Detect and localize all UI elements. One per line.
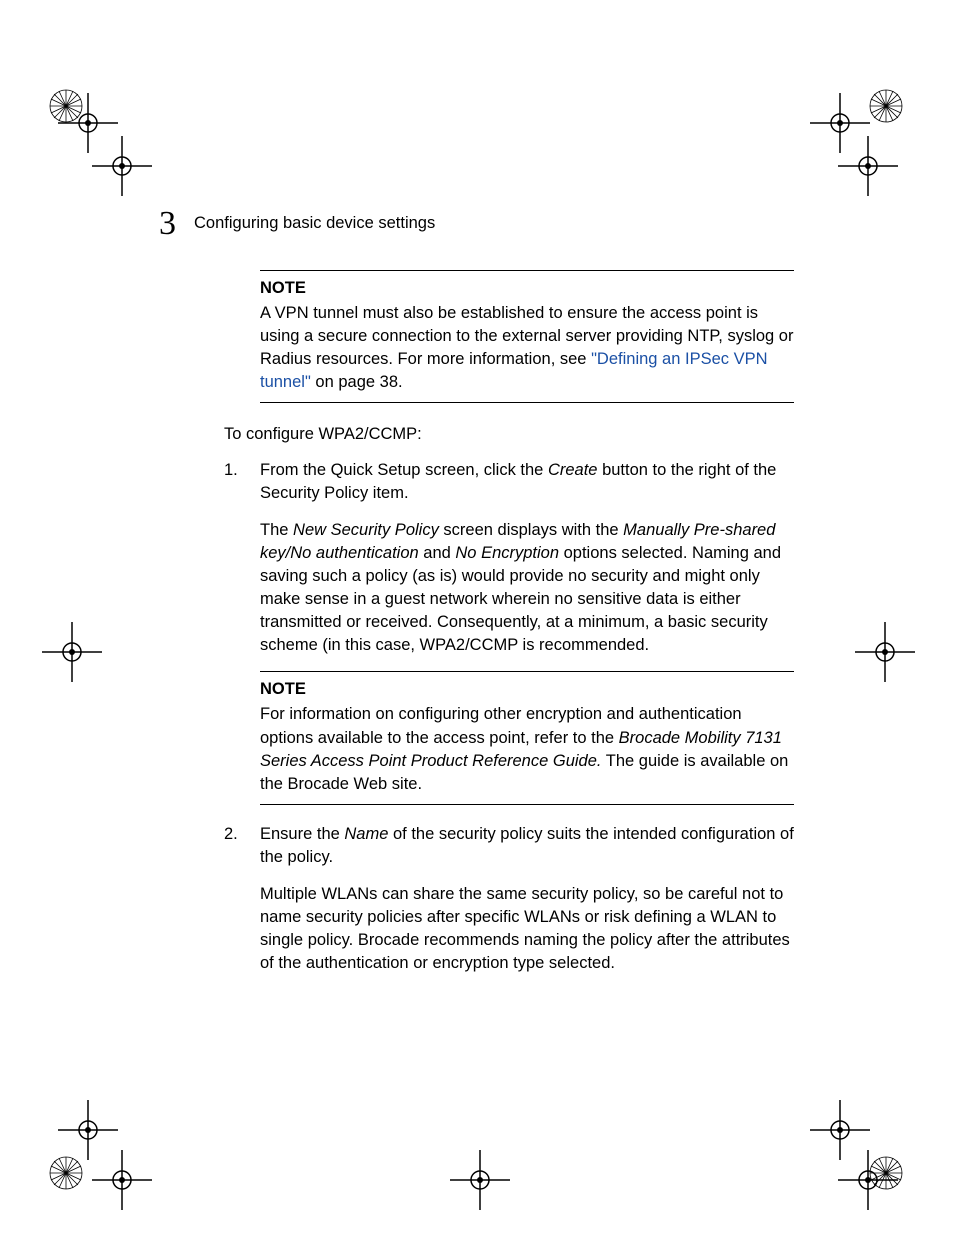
step-number: 1.: [224, 459, 260, 505]
italic-text: No Encryption: [455, 544, 559, 562]
italic-text: Create: [548, 461, 598, 479]
step-number: 2.: [224, 823, 260, 869]
crop-mark-icon: [450, 1150, 510, 1210]
crop-mark-icon: [838, 136, 898, 196]
note-body: A VPN tunnel must also be established to…: [260, 302, 794, 394]
crop-mark-icon: [92, 1150, 152, 1210]
note-box-vpn: NOTE A VPN tunnel must also be establish…: [260, 270, 794, 403]
page-content: NOTE A VPN tunnel must also be establish…: [224, 270, 794, 989]
crop-mark-icon: [855, 622, 915, 682]
step-1: 1. From the Quick Setup screen, click th…: [224, 459, 794, 505]
text: and: [419, 544, 456, 562]
step-body: Ensure the Name of the security policy s…: [260, 823, 794, 869]
note-heading: NOTE: [260, 277, 794, 300]
page-header: 3 Configuring basic device settings: [159, 200, 435, 248]
step-2-detail: Multiple WLANs can share the same securi…: [260, 883, 794, 975]
note-heading: NOTE: [260, 678, 794, 701]
text: From the Quick Setup screen, click the: [260, 461, 548, 479]
crop-mark-icon: [92, 136, 152, 196]
note-box-guide: NOTE For information on configuring othe…: [260, 671, 794, 804]
starburst-icon: [868, 88, 904, 124]
crop-mark-icon: [42, 622, 102, 682]
starburst-icon: [48, 88, 84, 124]
text: screen displays with the: [439, 521, 623, 539]
text: The: [260, 521, 293, 539]
crop-mark-icon: [838, 1150, 898, 1210]
chapter-title: Configuring basic device settings: [194, 212, 435, 235]
italic-text: Name: [344, 825, 388, 843]
starburst-icon: [48, 1155, 84, 1191]
chapter-number: 3: [159, 200, 176, 248]
step-1-detail: The New Security Policy screen displays …: [260, 519, 794, 658]
note-body: For information on configuring other enc…: [260, 703, 794, 795]
note-text-after: on page 38.: [311, 373, 403, 391]
text: Ensure the: [260, 825, 344, 843]
italic-text: New Security Policy: [293, 521, 439, 539]
step-2: 2. Ensure the Name of the security polic…: [224, 823, 794, 869]
step-body: From the Quick Setup screen, click the C…: [260, 459, 794, 505]
lead-paragraph: To configure WPA2/CCMP:: [224, 423, 794, 446]
